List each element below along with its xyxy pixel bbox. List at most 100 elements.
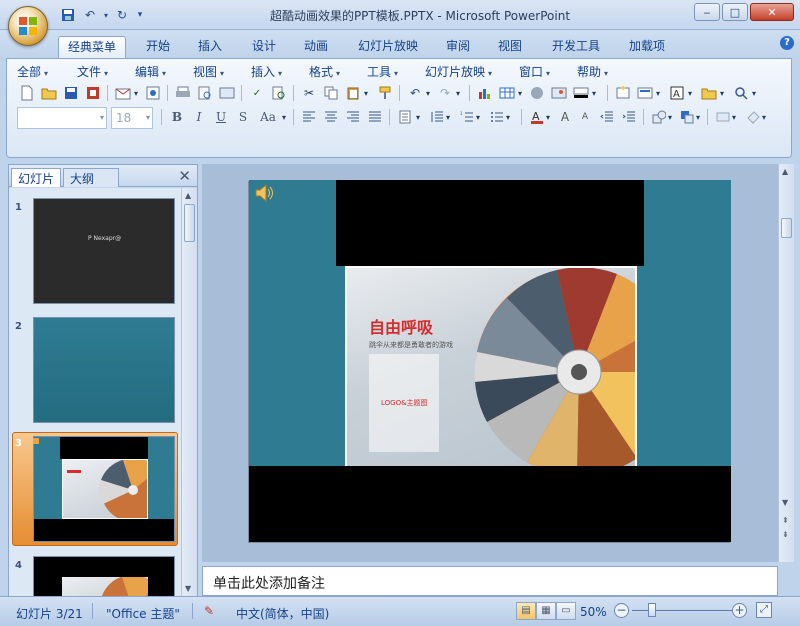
logo-text[interactable]: LOGO&主题图 [381,398,428,408]
new-slide-icon[interactable] [613,83,633,103]
insert-table-icon[interactable] [497,83,517,103]
menu-help[interactable]: 帮助 ▾ [577,63,608,80]
chevron-down-icon[interactable]: ▾ [589,83,599,103]
zoom-out-button[interactable]: − [614,603,629,618]
chevron-down-icon[interactable]: ▾ [503,107,513,127]
slide-subtitle[interactable]: 跳伞从来都是勇敢者的游戏 [369,340,453,350]
help-icon[interactable]: ? [780,36,794,50]
next-slide-icon[interactable]: ⇟ [782,530,789,539]
tab-insert[interactable]: 插入 [190,36,230,58]
slide-thumbnail-2[interactable] [33,317,175,423]
scroll-down-icon[interactable]: ▼ [782,498,788,507]
tab-developer[interactable]: 开发工具 [546,36,606,58]
editor-scrollbar[interactable]: ▲ ▼ ⇞ ⇟ [778,164,794,562]
undo-icon[interactable]: ↶ [405,83,425,103]
justify-icon[interactable] [365,107,385,127]
previous-slide-icon[interactable]: ⇞ [782,516,789,525]
scroll-thumb[interactable] [184,204,195,242]
black-bar-bottom[interactable] [249,466,731,542]
menu-view[interactable]: 视图 ▾ [193,63,224,80]
find-icon[interactable] [731,83,751,103]
slideshow-button[interactable]: ▭ [556,602,576,620]
chevron-down-icon[interactable]: ▾ [693,107,703,127]
menu-slideshow[interactable]: 幻灯片放映 ▾ [425,63,492,80]
office-button[interactable] [8,6,48,46]
redo-icon[interactable]: ↷ [435,83,455,103]
tab-design[interactable]: 设计 [244,36,284,58]
tab-addins[interactable]: 加载项 [622,36,672,58]
close-icon[interactable]: ✕ [178,167,191,185]
chevron-down-icon[interactable]: ▾ [443,107,453,127]
align-center-icon[interactable] [321,107,341,127]
chevron-down-icon[interactable]: ▾ [759,107,769,127]
menu-all[interactable]: 全部 ▾ [17,63,48,80]
tab-animations[interactable]: 动画 [296,36,336,58]
tab-home[interactable]: 开始 [138,36,178,58]
print-preview-icon[interactable] [195,83,215,103]
maximize-button[interactable]: □ [722,3,748,21]
insert-picture-icon[interactable] [549,83,569,103]
menu-file[interactable]: 文件 ▾ [77,63,108,80]
chevron-down-icon[interactable]: ▾ [279,107,289,127]
chevron-down-icon[interactable]: ▾ [729,107,739,127]
print-icon[interactable] [173,83,193,103]
chevron-down-icon[interactable]: ▾ [543,107,553,127]
zoom-slider-track[interactable] [632,610,732,611]
chevron-down-icon[interactable]: ▾ [653,83,663,103]
tab-classic-menu[interactable]: 经典菜单 [58,36,126,58]
menu-edit[interactable]: 编辑 ▾ [135,63,166,80]
normal-view-button[interactable]: ▤ [516,602,536,620]
color-icon[interactable] [571,83,591,103]
tab-view[interactable]: 视图 [490,36,530,58]
tab-slideshow[interactable]: 幻灯片放映 [352,36,424,58]
scroll-down-icon[interactable]: ▼ [185,584,191,593]
chevron-down-icon[interactable]: ▾ [473,107,483,127]
menu-window[interactable]: 窗口 ▾ [519,63,550,80]
tab-review[interactable]: 审阅 [438,36,478,58]
research-icon[interactable] [269,83,289,103]
change-case-button[interactable]: Aa [255,107,281,127]
zoom-slider-thumb[interactable] [648,603,656,617]
shrink-font-icon[interactable]: A [575,107,595,127]
slide-photo[interactable]: 自由呼吸 跳伞从来都是勇敢者的游戏 LOGO&主题图 [345,266,637,480]
increase-indent-icon[interactable] [619,107,639,127]
decrease-indent-icon[interactable] [597,107,617,127]
new-icon[interactable] [17,83,37,103]
zoom-in-button[interactable]: + [732,603,747,618]
spelling-icon[interactable]: ✓ [247,83,267,103]
scroll-up-icon[interactable]: ▲ [185,191,191,200]
align-left-icon[interactable] [299,107,319,127]
notes-placeholder[interactable]: 单击此处添加备注 [213,573,325,593]
italic-button[interactable]: I [189,107,209,127]
scroll-up-icon[interactable]: ▲ [782,167,788,176]
fit-to-window-icon[interactable]: ⤢ [756,602,772,618]
menu-insert[interactable]: 插入 ▾ [251,63,282,80]
text-direction-icon[interactable] [395,107,415,127]
spellcheck-icon[interactable]: ✎ [204,604,214,618]
chevron-down-icon[interactable]: ▾ [717,83,727,103]
thumbnail-scrollbar[interactable]: ▲ ▼ [181,188,197,596]
bold-button[interactable]: B [167,107,187,127]
align-right-icon[interactable] [343,107,363,127]
text-box-icon[interactable]: A [667,83,687,103]
slide-thumbnail-4[interactable] [33,556,175,596]
shadow-button[interactable]: S [233,107,253,127]
chevron-down-icon[interactable]: ▾ [685,83,695,103]
black-bar-top[interactable] [336,180,644,266]
slide-title[interactable]: 自由呼吸 [369,314,433,338]
chevron-down-icon[interactable]: ▾ [361,83,371,103]
slide-canvas[interactable]: 自由呼吸 跳伞从来都是勇敢者的游戏 LOGO&主题图 [249,180,731,542]
close-button[interactable]: ✕ [750,3,794,21]
scroll-thumb[interactable] [781,218,792,238]
grow-font-icon[interactable]: A [555,107,575,127]
chevron-down-icon[interactable]: ▾ [423,83,433,103]
font-size-combo[interactable]: 18 ▾ [111,107,153,129]
slide-sorter-button[interactable]: ▦ [536,602,556,620]
chevron-down-icon[interactable]: ▾ [131,83,141,103]
font-name-combo[interactable]: ▾ [17,107,107,129]
tab-slides[interactable]: 幻灯片 [11,168,62,187]
slide-thumbnail-3[interactable] [33,436,175,542]
permission-icon[interactable] [83,83,103,103]
slide-thumbnail-1[interactable]: P Nexapr@ [33,198,175,304]
chevron-down-icon[interactable]: ▾ [665,107,675,127]
